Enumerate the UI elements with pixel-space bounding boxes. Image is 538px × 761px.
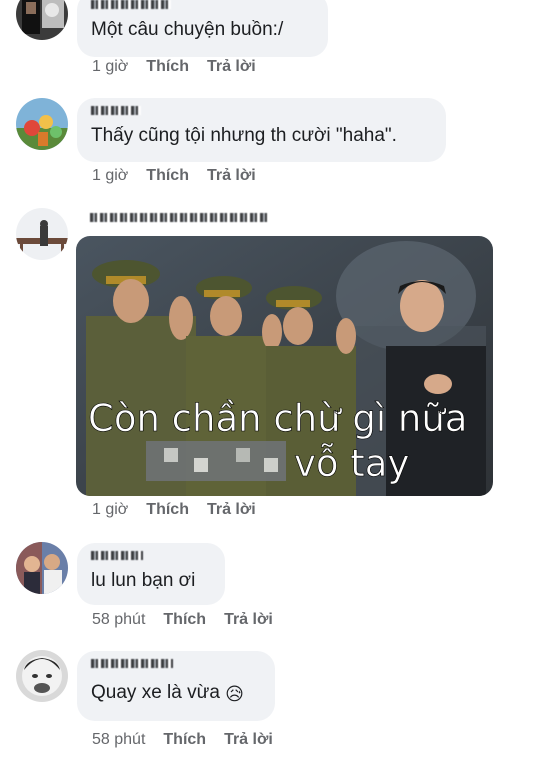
commenter-name[interactable] (90, 213, 270, 231)
comment-text-row: Quay xe là vừa 😥 (91, 681, 261, 706)
avatar[interactable] (16, 208, 68, 260)
like-button[interactable]: Thích (146, 501, 189, 519)
like-button[interactable]: Thích (146, 58, 189, 76)
comment-actions: 1 giờ Thích Trả lời (92, 501, 256, 519)
comment-bubble: Quay xe là vừa 😥 (77, 651, 275, 721)
commenter-name[interactable] (91, 551, 143, 560)
comment-bubble: Một câu chuyện buồn:/ (77, 0, 328, 57)
meme-caption-line1: Còn chần chừ gì nữa (88, 397, 467, 440)
comment-timestamp[interactable]: 1 giờ (92, 58, 128, 76)
avatar[interactable] (16, 542, 68, 594)
avatar[interactable] (16, 98, 68, 150)
commenter-name[interactable] (91, 659, 173, 668)
comment-timestamp[interactable]: 1 giờ (92, 167, 128, 185)
avatar[interactable] (16, 0, 68, 40)
comment-actions: 58 phút Thích Trả lời (92, 731, 273, 749)
comment-timestamp[interactable]: 58 phút (92, 731, 145, 749)
meme-caption-line2: vỗ tay (294, 442, 409, 485)
avatar[interactable] (16, 650, 68, 702)
comment-actions: 1 giờ Thích Trả lời (92, 167, 256, 185)
comment-bubble: lu lun bạn ơi (77, 543, 225, 605)
comment-image[interactable]: Còn chần chừ gì nữa vỗ tay (76, 236, 493, 496)
comment-timestamp[interactable]: 58 phút (92, 611, 145, 629)
pixelated-censor (146, 441, 286, 481)
comment-actions: 1 giờ Thích Trả lời (92, 58, 256, 76)
like-button[interactable]: Thích (163, 731, 206, 749)
comment-timestamp[interactable]: 1 giờ (92, 501, 128, 519)
reply-button[interactable]: Trả lời (207, 58, 256, 76)
comment-text: Một câu chuyện buồn:/ (91, 19, 284, 40)
comment-text: Quay xe là vừa (91, 682, 220, 703)
reply-button[interactable]: Trả lời (224, 731, 273, 749)
like-button[interactable]: Thích (163, 611, 206, 629)
comment-text: Thấy cũng tội nhưng th cười "haha". (91, 125, 397, 146)
comment-bubble: Thấy cũng tội nhưng th cười "haha". (77, 98, 446, 162)
sad-relieved-face-icon: 😥 (225, 684, 244, 704)
reply-button[interactable]: Trả lời (207, 167, 256, 185)
commenter-name[interactable] (91, 0, 171, 9)
commenter-name[interactable] (91, 106, 141, 115)
reply-button[interactable]: Trả lời (224, 611, 273, 629)
reply-button[interactable]: Trả lời (207, 501, 256, 519)
like-button[interactable]: Thích (146, 167, 189, 185)
comment-actions: 58 phút Thích Trả lời (92, 611, 273, 629)
comment-text: lu lun bạn ơi (91, 570, 196, 591)
